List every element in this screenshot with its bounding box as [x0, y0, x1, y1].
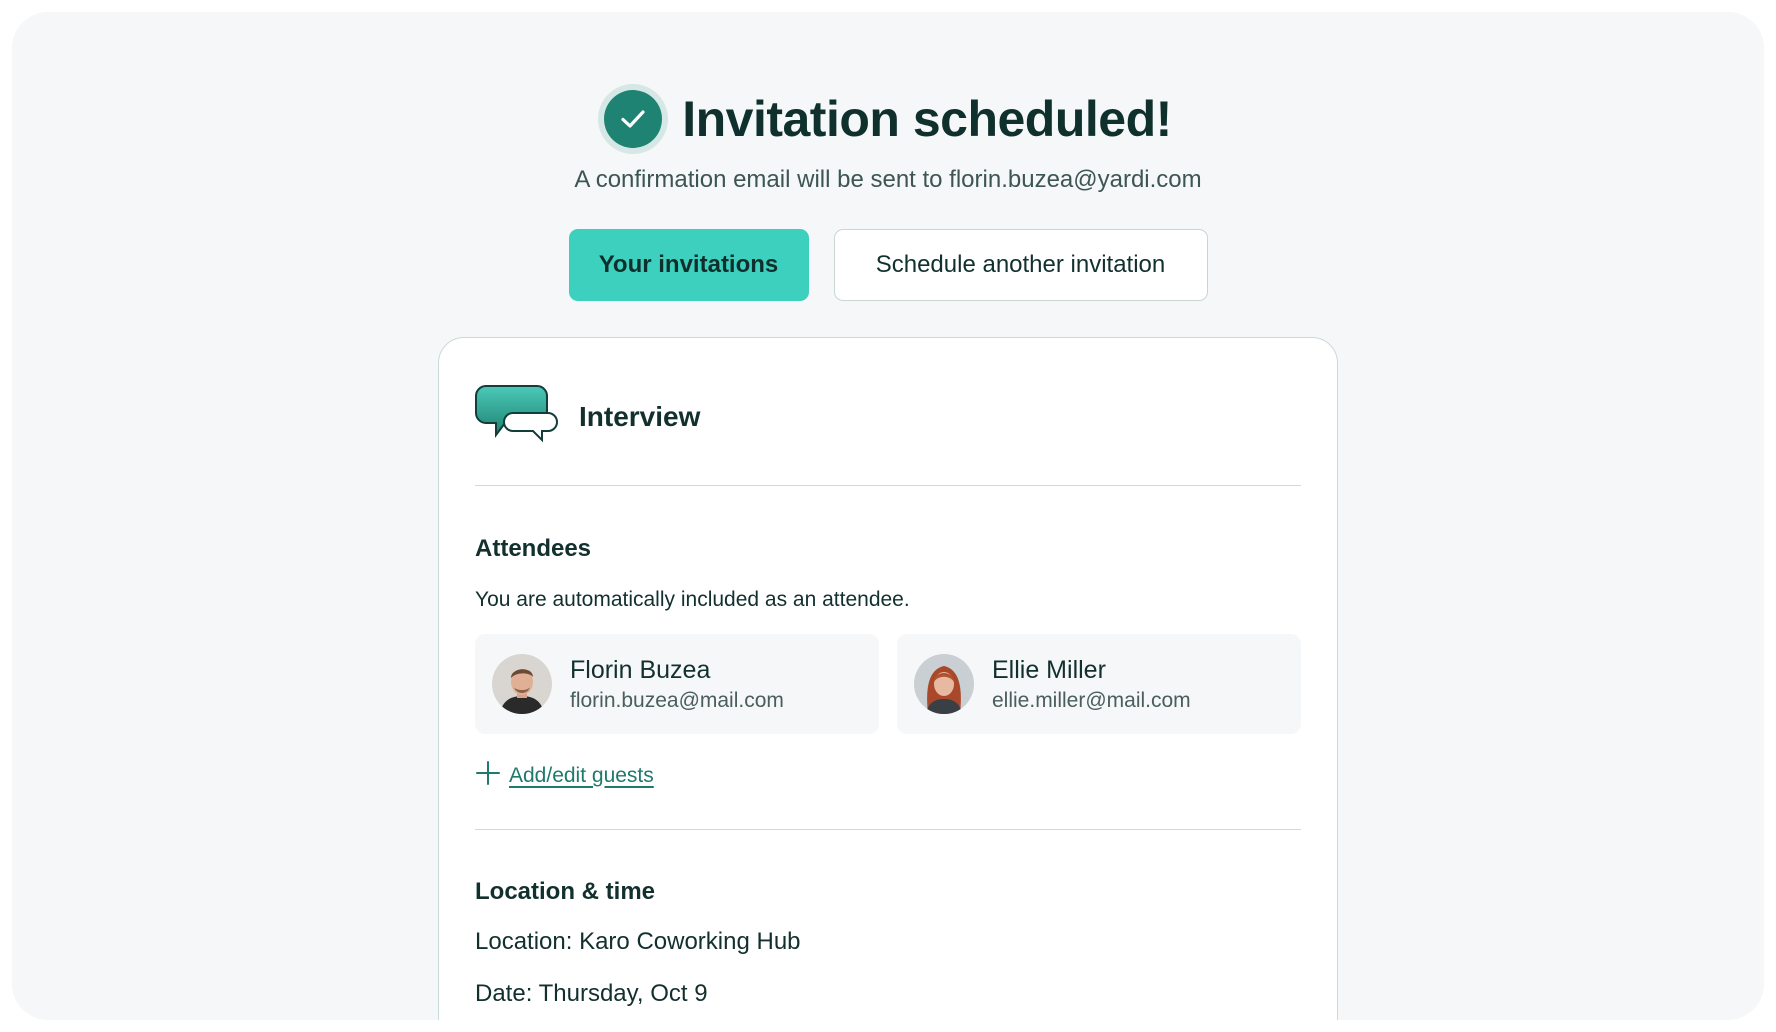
schedule-another-invitation-button[interactable]: Schedule another invitation	[833, 229, 1208, 301]
attendee-name: Ellie Miller	[992, 655, 1106, 684]
date-text: Date: Thursday, Oct 9	[475, 980, 708, 1007]
add-edit-guests-label[interactable]: Add/edit guests	[509, 764, 654, 788]
location-text: Location: Karo Coworking Hub	[475, 928, 801, 955]
divider	[475, 829, 1301, 830]
card-header: Interview	[475, 384, 700, 449]
avatar	[914, 654, 974, 714]
attendee-card: Ellie Miller ellie.miller@mail.com	[897, 634, 1301, 734]
avatar	[492, 654, 552, 714]
page-title: Invitation scheduled!	[682, 91, 1172, 147]
your-invitations-button[interactable]: Your invitations	[568, 229, 809, 301]
confirmation-subtitle: A confirmation email will be sent to flo…	[574, 166, 1202, 193]
divider	[475, 485, 1301, 486]
attendee-info: Ellie Miller ellie.miller@mail.com	[992, 656, 1191, 713]
confirmation-header: Invitation scheduled!	[12, 90, 1764, 148]
plus-icon	[475, 760, 501, 791]
location-time-heading: Location & time	[475, 878, 656, 905]
action-buttons: Your invitations Schedule another invita…	[12, 229, 1764, 301]
page-frame: Invitation scheduled! A confirmation ema…	[12, 12, 1764, 1020]
chat-bubbles-icon	[475, 384, 559, 449]
attendees-note: You are automatically included as an att…	[475, 588, 910, 611]
attendee-email: ellie.miller@mail.com	[992, 688, 1191, 712]
event-type-label: Interview	[579, 400, 701, 432]
attendee-email: florin.buzea@mail.com	[570, 688, 784, 712]
attendee-name: Florin Buzea	[570, 655, 711, 684]
add-edit-guests-link[interactable]: Add/edit guests	[475, 760, 654, 791]
attendees-heading: Attendees	[475, 535, 592, 562]
invitation-card: Interview Attendees You are automaticall…	[438, 337, 1338, 1020]
attendee-card: Florin Buzea florin.buzea@mail.com	[475, 634, 879, 734]
attendee-info: Florin Buzea florin.buzea@mail.com	[570, 656, 784, 713]
check-circle-icon	[604, 90, 663, 148]
